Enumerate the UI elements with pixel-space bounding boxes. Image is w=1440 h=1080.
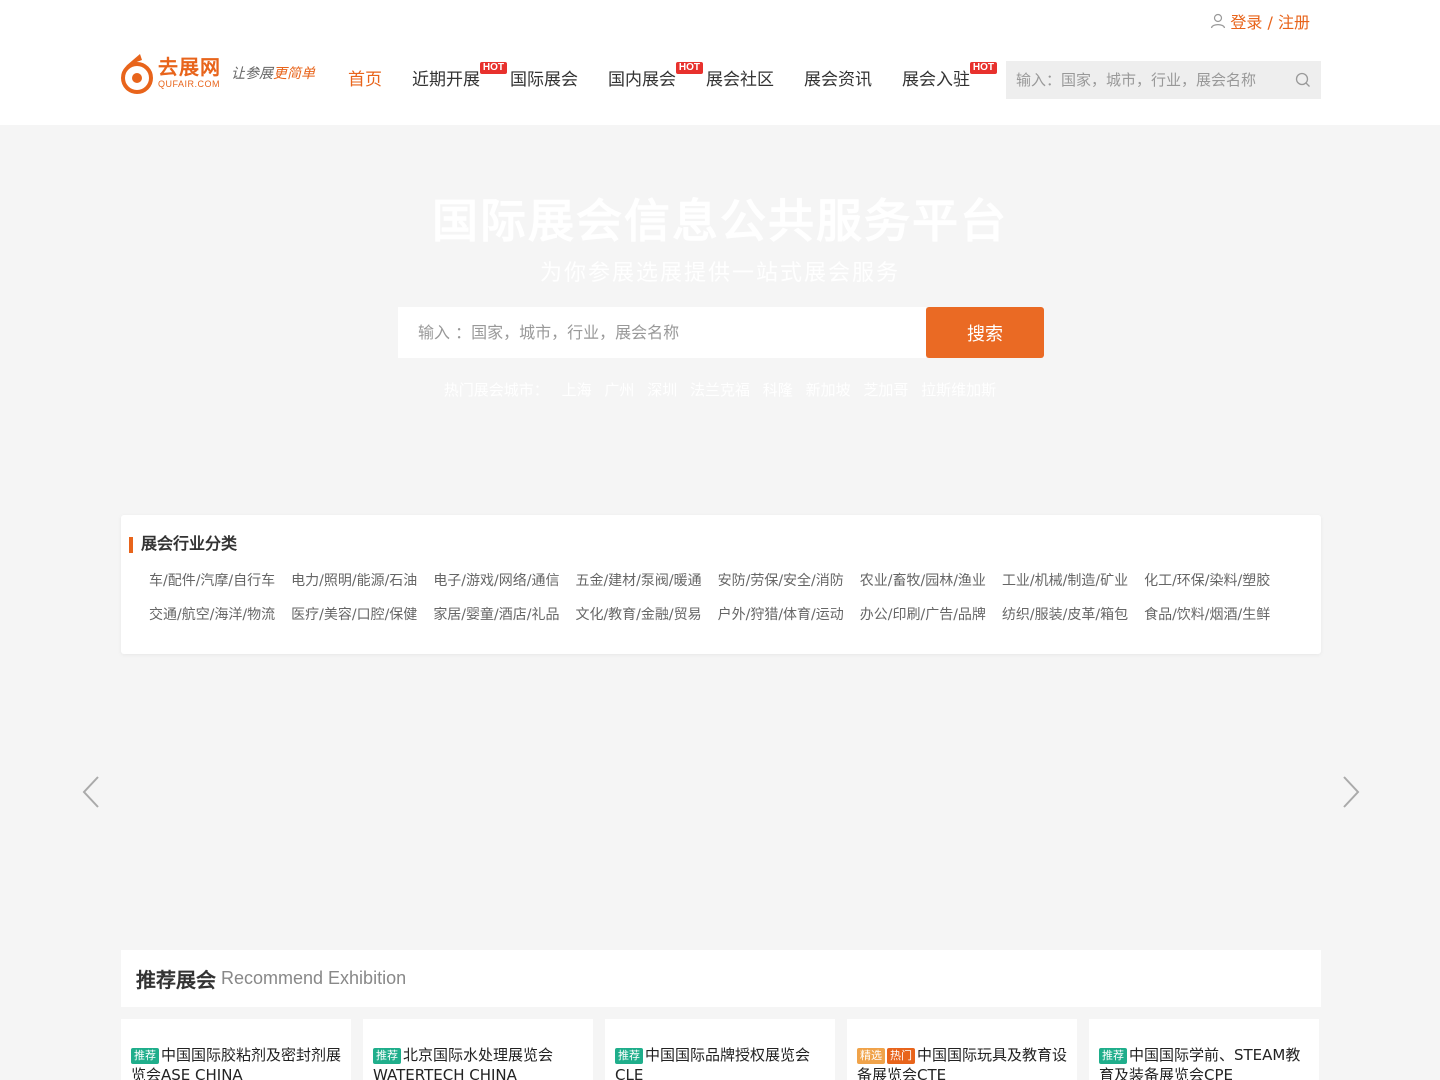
recommend-cards: 推荐 中国国际胶粘剂及密封剂展览会ASE CHINA 推荐 北京国际水处理展览会WA… <box>121 1019 1321 1080</box>
category-link[interactable]: 五金/建材/泵阀/暖通 <box>575 572 701 590</box>
nav-community[interactable]: 展会社区 <box>691 60 789 100</box>
category-link[interactable]: 工业/机械/制造/矿业 <box>1002 572 1128 590</box>
login-register-label[interactable]: 登录 / 注册 <box>1230 9 1310 33</box>
hot-badge: HOT <box>969 62 997 74</box>
tag-recommend: 推荐 <box>615 1048 643 1064</box>
category-link[interactable]: 办公/印刷/广告/品牌 <box>860 606 986 624</box>
hot-city-link[interactable]: 科隆 <box>763 381 793 399</box>
category-link[interactable]: 车/配件/汽摩/自行车 <box>149 572 275 590</box>
tag-hot: 热门 <box>887 1048 915 1064</box>
tag-recommend: 推荐 <box>131 1048 159 1064</box>
nav-join[interactable]: 展会入驻 HOT <box>887 60 997 100</box>
exhibition-title[interactable]: 中国国际学前、STEAM教育及装备展览会CPE <box>1099 1046 1300 1080</box>
category-title: 展会行业分类 <box>129 535 237 553</box>
logo-slogan: 让参展更简单 <box>231 66 315 82</box>
site-header: 登录 / 注册 去展网 QUFAIR.COM 让参展更简单 首页 近期开展 HOT… <box>0 0 1440 125</box>
hero-search-button[interactable]: 搜索 <box>926 307 1044 358</box>
category-link[interactable]: 农业/畜牧/园林/渔业 <box>860 572 986 590</box>
hot-city-link[interactable]: 法兰克福 <box>690 381 750 399</box>
hero-search: 搜索 <box>398 307 1044 358</box>
hot-cities-label: 热门展会城市： <box>443 381 549 399</box>
exhibition-card[interactable]: 推荐 北京国际水处理展览会WATERTECH CHINA <box>363 1019 593 1080</box>
header-search-input[interactable] <box>1016 71 1295 89</box>
user-icon <box>1211 13 1226 29</box>
login-register-link[interactable]: 登录 / 注册 <box>1210 9 1310 33</box>
logo-domain: QUFAIR.COM <box>158 79 221 89</box>
exhibition-card[interactable]: 推荐 中国国际胶粘剂及密封剂展览会ASE CHINA <box>121 1019 351 1080</box>
category-link[interactable]: 交通/航空/海洋/物流 <box>149 606 275 624</box>
category-link[interactable]: 电子/游戏/网络/通信 <box>433 572 559 590</box>
hero-subtitle: 为你参展选展提供一站式展会服务 <box>539 261 900 286</box>
exhibition-card[interactable]: 精选 热门 中国国际玩具及教育设备展览会CTE <box>847 1019 1077 1080</box>
site-logo[interactable]: 去展网 QUFAIR.COM 让参展更简单 <box>120 52 315 94</box>
tag-recommend: 推荐 <box>1099 1048 1127 1064</box>
hot-city-link[interactable]: 芝加哥 <box>863 381 908 399</box>
exhibition-card[interactable]: 推荐 中国国际学前、STEAM教育及装备展览会CPE <box>1089 1019 1319 1080</box>
carousel-prev-arrow-icon[interactable] <box>80 775 102 809</box>
nav-news[interactable]: 展会资讯 <box>789 60 887 100</box>
tag-recommend: 推荐 <box>373 1048 401 1064</box>
main-nav: 首页 近期开展 HOT 国际展会 国内展会 HOT 展会社区 展会资讯 展会入驻 HO… <box>333 60 997 100</box>
category-link[interactable]: 医疗/美容/口腔/保健 <box>291 606 417 624</box>
category-link[interactable]: 纺织/服装/皮革/箱包 <box>1002 606 1128 624</box>
category-link[interactable]: 化工/环保/染料/塑胶 <box>1144 572 1270 590</box>
exhibition-title[interactable]: 中国国际胶粘剂及密封剂展览会ASE CHINA <box>131 1046 341 1080</box>
nav-home[interactable]: 首页 <box>333 60 397 100</box>
category-grid: 车/配件/汽摩/自行车 电力/照明/能源/石油 电子/游戏/网络/通信 五金/建… <box>149 572 1270 624</box>
hot-city-link[interactable]: 深圳 <box>647 381 677 399</box>
hot-city-link[interactable]: 新加坡 <box>806 381 851 399</box>
category-link[interactable]: 安防/劳保/安全/消防 <box>718 572 844 590</box>
hero-search-input[interactable] <box>398 307 926 358</box>
category-link[interactable]: 食品/饮料/烟酒/生鲜 <box>1144 606 1270 624</box>
tag-featured: 精选 <box>857 1048 885 1064</box>
search-icon[interactable] <box>1295 72 1311 88</box>
nav-recent[interactable]: 近期开展 HOT <box>397 60 507 100</box>
hot-city-link[interactable]: 上海 <box>562 381 592 399</box>
header-search <box>1006 61 1321 99</box>
category-link[interactable]: 电力/照明/能源/石油 <box>291 572 417 590</box>
hero-banner: 国际展会信息公共服务平台 为你参展选展提供一站式展会服务 搜索 热门展会城市： … <box>0 125 1440 515</box>
logo-eye-icon <box>121 54 153 94</box>
category-link[interactable]: 户外/狩猎/体育/运动 <box>718 606 844 624</box>
recommend-section-header: 推荐展会 Recommend Exhibition <box>121 950 1321 1007</box>
hero-title: 国际展会信息公共服务平台 <box>432 194 1008 248</box>
industry-category-panel: 展会行业分类 车/配件/汽摩/自行车 电力/照明/能源/石油 电子/游戏/网络/… <box>121 515 1321 654</box>
carousel-next-arrow-icon[interactable] <box>1340 775 1362 809</box>
recommend-title: 推荐展会 <box>136 968 216 992</box>
exhibition-title[interactable]: 中国国际品牌授权展览会CLE <box>615 1046 810 1080</box>
category-link[interactable]: 家居/婴童/酒店/礼品 <box>433 606 559 624</box>
exhibition-card[interactable]: 推荐 中国国际品牌授权展览会CLE <box>605 1019 835 1080</box>
nav-domestic[interactable]: 国内展会 HOT <box>593 60 703 100</box>
category-link[interactable]: 文化/教育/金融/贸易 <box>575 606 701 624</box>
hot-city-link[interactable]: 广州 <box>604 381 634 399</box>
nav-international[interactable]: 国际展会 <box>495 60 593 100</box>
logo-name: 去展网 <box>158 55 221 79</box>
recommend-title-en: Recommend Exhibition <box>221 968 407 988</box>
hot-cities: 热门展会城市： 上海 广州 深圳 法兰克福 科隆 新加坡 芝加哥 拉斯维加斯 <box>0 379 1440 400</box>
hot-city-link[interactable]: 拉斯维加斯 <box>921 381 996 399</box>
